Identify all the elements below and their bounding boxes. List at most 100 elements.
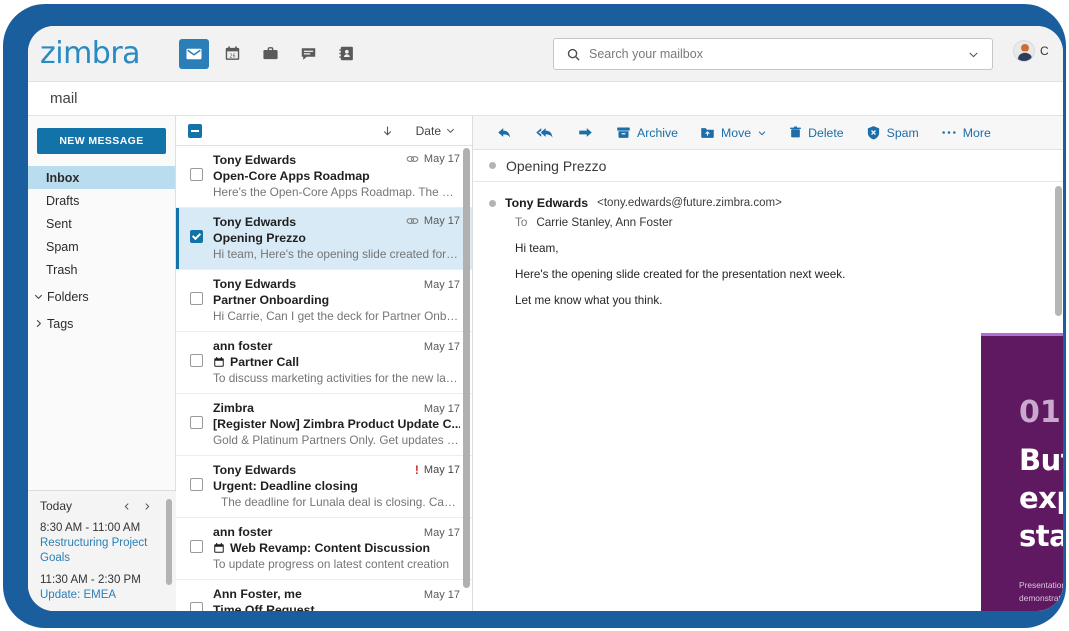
- table-row[interactable]: Tony Edwards May 17 Partner Onboarding H…: [176, 270, 472, 332]
- sidebar-item-trash[interactable]: Trash: [28, 258, 175, 281]
- slide-attachment-preview[interactable]: 01 But you can't expect things to stay t…: [981, 333, 1063, 611]
- sort-direction-icon[interactable]: [381, 124, 394, 138]
- sidebar-item-spam[interactable]: Spam: [28, 235, 175, 258]
- message-content: Tony Edwards May 17 Open-Core Apps Roadm…: [213, 153, 460, 199]
- zimbra-logo[interactable]: zimbra: [40, 36, 140, 71]
- table-row[interactable]: ann foster May 17 Web Revamp: Content Di…: [176, 518, 472, 580]
- message-sender: ann foster: [213, 339, 272, 353]
- reader-scrollbar[interactable]: [1055, 186, 1062, 316]
- agenda-item-title[interactable]: Update: EMEA: [40, 588, 166, 603]
- message-subject: Urgent: Deadline closing: [213, 479, 460, 493]
- spam-button[interactable]: Spam: [857, 121, 928, 144]
- spam-label: Spam: [887, 126, 919, 140]
- message-preview-text: To discuss marketing activities for the …: [213, 371, 460, 385]
- table-row[interactable]: Tony Edwards ! May 17 Urgent: Deadline c…: [176, 456, 472, 518]
- chevron-down-icon[interactable]: [967, 48, 980, 61]
- message-preview-text: Here's the Open-Core Apps Roadmap. The p…: [213, 185, 460, 199]
- search-input[interactable]: [589, 47, 967, 61]
- sidebar-item-sent[interactable]: Sent: [28, 212, 175, 235]
- message-preview: Hi team, Here's the opening slide create…: [213, 247, 460, 261]
- delete-button[interactable]: Delete: [780, 121, 853, 144]
- chat-app-icon[interactable]: [293, 39, 323, 69]
- reader-body-line: Hi team,: [515, 242, 1045, 255]
- message-date: May 17: [424, 341, 460, 353]
- sort-by-date-button[interactable]: Date: [416, 124, 456, 138]
- message-content: ann foster May 17 Partner Call To discus…: [213, 339, 460, 385]
- archive-button[interactable]: Archive: [607, 121, 687, 144]
- move-button[interactable]: Move: [691, 121, 776, 144]
- module-label-bar: mail: [28, 82, 1063, 116]
- message-checkbox[interactable]: [190, 230, 203, 243]
- table-row[interactable]: Tony Edwards May 17 Opening Prezzo Hi te…: [176, 208, 472, 270]
- top-bar: zimbra 26: [28, 26, 1063, 82]
- unread-indicator-icon[interactable]: [489, 162, 496, 169]
- message-date: May 17: [424, 279, 460, 291]
- message-checkbox[interactable]: [190, 540, 203, 553]
- agenda-item[interactable]: 8:30 AM - 11:00 AM Restructuring Project…: [40, 521, 166, 566]
- message-content: Tony Edwards May 17 Partner Onboarding H…: [213, 277, 460, 323]
- message-preview-text: The deadline for Lunala deal is closing.…: [221, 495, 460, 509]
- agenda-item-time: 8:30 AM - 11:00 AM: [40, 521, 166, 536]
- message-checkbox[interactable]: [190, 168, 203, 181]
- sidebar: NEW MESSAGE Inbox Drafts Sent Spam: [28, 116, 176, 611]
- reply-button[interactable]: [487, 121, 522, 144]
- contacts-app-icon[interactable]: [331, 39, 361, 69]
- message-subject-text: Partner Call: [230, 355, 299, 369]
- sidebar-item-inbox[interactable]: Inbox: [28, 166, 175, 189]
- agenda-nav: [122, 501, 152, 512]
- mail-app-icon[interactable]: [179, 39, 209, 69]
- account-name: C: [1040, 44, 1049, 58]
- agenda-scrollbar[interactable]: [166, 499, 172, 585]
- sidebar-group-folders[interactable]: Folders: [28, 285, 175, 308]
- message-checkbox[interactable]: [190, 292, 203, 305]
- select-all-checkbox[interactable]: [188, 124, 202, 138]
- table-row[interactable]: Tony Edwards May 17 Open-Core Apps Roadm…: [176, 146, 472, 208]
- folder-list: Inbox Drafts Sent Spam Trash: [28, 166, 175, 335]
- table-row[interactable]: ann foster May 17 Partner Call To discus…: [176, 332, 472, 394]
- reader-subject-bar: Opening Prezzo: [473, 150, 1063, 182]
- sort-by-label: Date: [416, 124, 441, 138]
- reader-body-line: Here's the opening slide created for the…: [515, 268, 1045, 281]
- sidebar-group-label: Folders: [47, 290, 89, 304]
- message-subject: Partner Call: [213, 355, 460, 369]
- reader-from-address: <tony.edwards@future.zimbra.com>: [597, 197, 782, 209]
- calendar-app-icon[interactable]: 26: [217, 39, 247, 69]
- reader-to-recipients: Carrie Stanley, Ann Foster: [536, 216, 672, 229]
- message-list-scrollbar[interactable]: [463, 148, 470, 588]
- reply-all-button[interactable]: [526, 121, 564, 144]
- message-content: ann foster May 17 Web Revamp: Content Di…: [213, 525, 460, 571]
- sidebar-group-tags[interactable]: Tags: [28, 312, 175, 335]
- briefcase-app-icon[interactable]: [255, 39, 285, 69]
- message-checkbox[interactable]: [190, 478, 203, 491]
- message-sender: Tony Edwards: [213, 463, 296, 477]
- sidebar-item-drafts[interactable]: Drafts: [28, 189, 175, 212]
- delete-label: Delete: [808, 126, 844, 140]
- agenda-item-title[interactable]: Restructuring Project Goals: [40, 536, 166, 566]
- message-subject-text: Web Revamp: Content Discussion: [230, 541, 430, 555]
- message-sender: Tony Edwards: [213, 215, 296, 229]
- table-row[interactable]: Zimbra May 17 [Register Now] Zimbra Prod…: [176, 394, 472, 456]
- table-row[interactable]: Ann Foster, me May 17 Time Off Request A…: [176, 580, 472, 611]
- message-list-header: Date: [176, 116, 472, 146]
- more-button[interactable]: More: [932, 122, 1000, 144]
- message-checkbox[interactable]: [190, 602, 203, 611]
- message-checkbox[interactable]: [190, 416, 203, 429]
- new-message-button[interactable]: NEW MESSAGE: [37, 128, 166, 154]
- prev-day-icon[interactable]: [122, 501, 132, 512]
- reader-from-name[interactable]: Tony Edwards: [505, 196, 588, 210]
- agenda-title: Today: [40, 499, 72, 513]
- message-status-icon[interactable]: [489, 200, 496, 207]
- agenda-item[interactable]: 11:30 AM - 2:30 PM Update: EMEA: [40, 573, 166, 603]
- search-bar[interactable]: [553, 38, 993, 70]
- user-account[interactable]: C: [1013, 40, 1049, 62]
- slide-number: 01: [1019, 395, 1061, 430]
- forward-button[interactable]: [568, 121, 603, 144]
- next-day-icon[interactable]: [142, 501, 152, 512]
- message-content: Zimbra May 17 [Register Now] Zimbra Prod…: [213, 401, 460, 447]
- message-checkbox[interactable]: [190, 354, 203, 367]
- message-date: May 17: [424, 527, 460, 539]
- message-subject: Partner Onboarding: [213, 293, 460, 307]
- message-preview: To update progress on latest content cre…: [213, 557, 460, 571]
- sort-controls: Date: [381, 124, 456, 138]
- calendar-invite-icon: [213, 542, 225, 554]
